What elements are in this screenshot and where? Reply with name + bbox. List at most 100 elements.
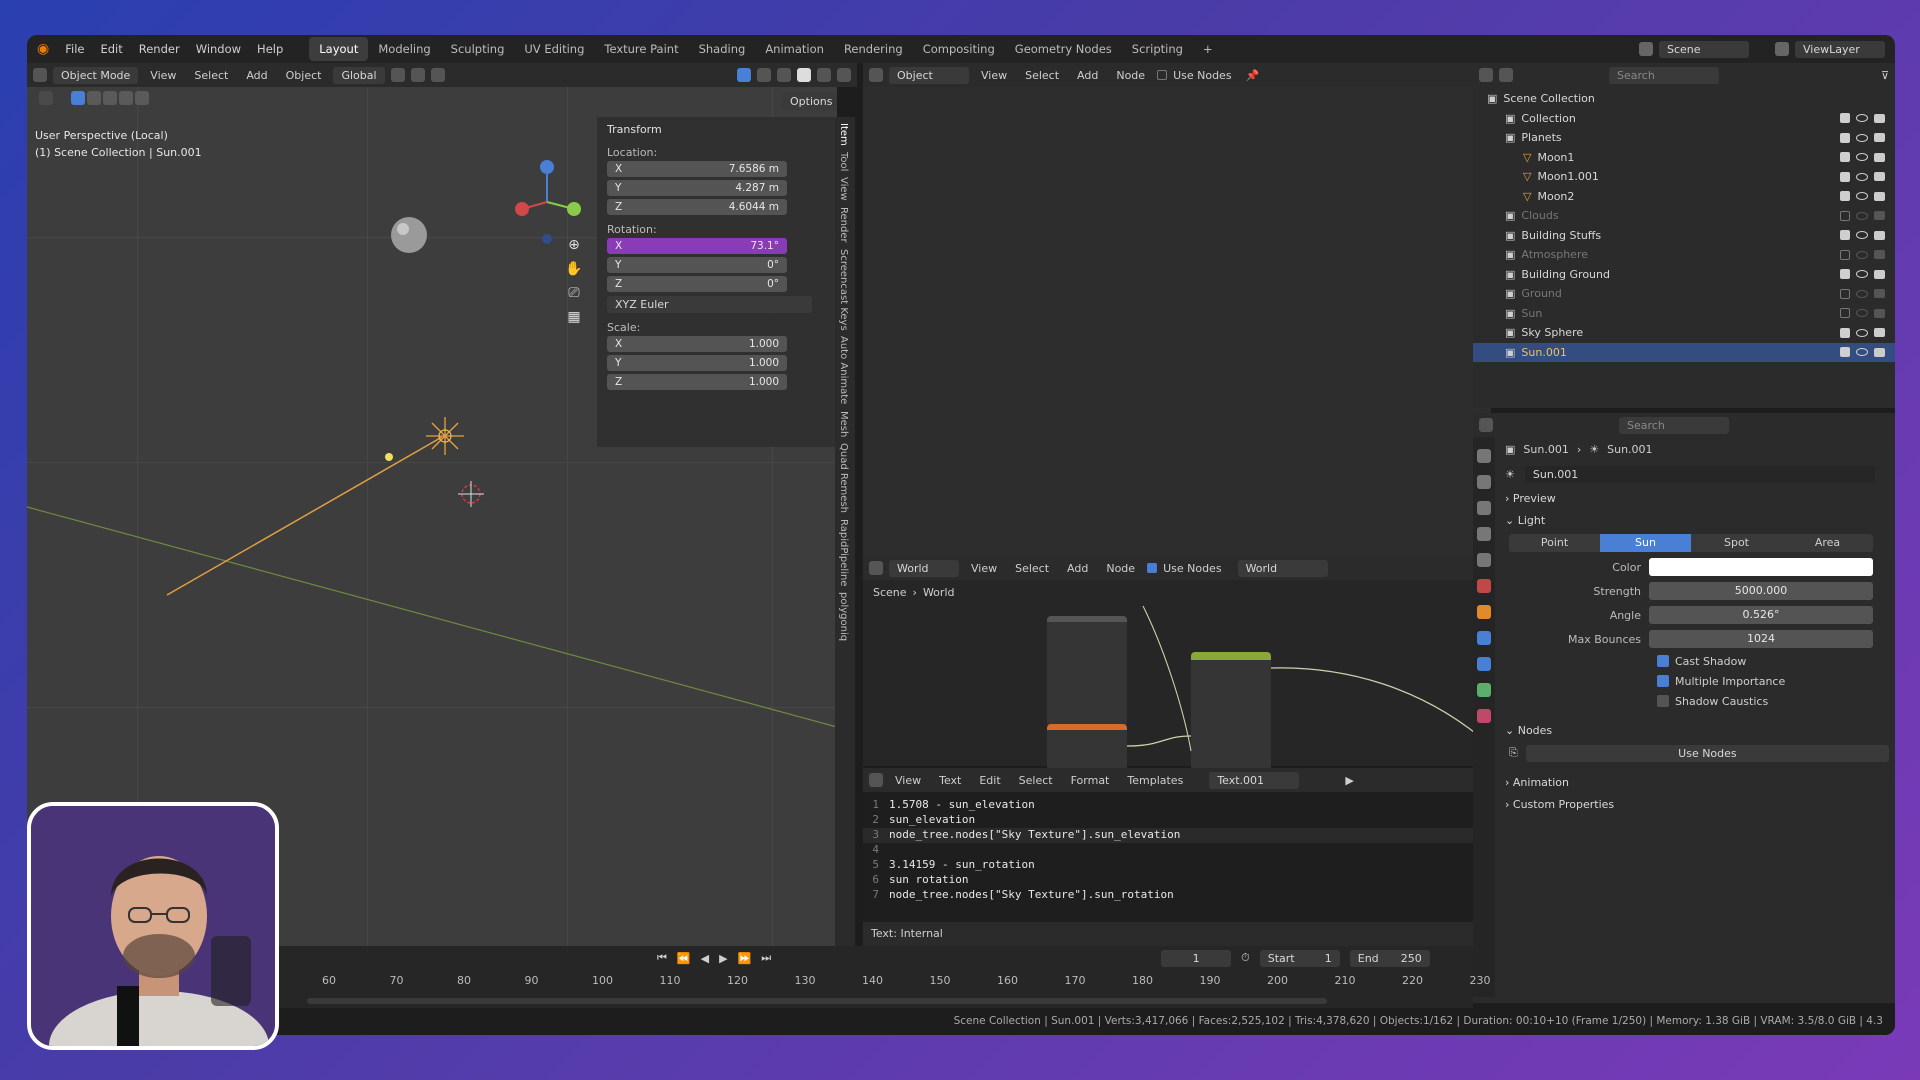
- select-intersect-icon[interactable]: [135, 91, 149, 105]
- animation-section[interactable]: › Animation: [1499, 771, 1895, 793]
- strength-field[interactable]: 5000.000: [1649, 582, 1873, 600]
- templates-menu[interactable]: Templates: [1121, 772, 1189, 789]
- eye-icon[interactable]: [1856, 250, 1868, 259]
- box-select-icon[interactable]: [71, 91, 85, 105]
- custom-properties-section[interactable]: › Custom Properties: [1499, 793, 1895, 815]
- select-menu[interactable]: Select: [1013, 772, 1059, 789]
- eye-icon[interactable]: [1856, 114, 1868, 123]
- shader-editor-object[interactable]: Object View Select Add Node Use Nodes 📌: [863, 63, 1491, 583]
- tab-animation[interactable]: Animation: [755, 37, 834, 61]
- shadow-caustics-checkbox[interactable]: [1657, 695, 1669, 707]
- blender-logo-icon[interactable]: ◉: [37, 41, 49, 57]
- exclude-checkbox[interactable]: [1840, 308, 1850, 319]
- tab-polygoniq[interactable]: polygoniq: [838, 592, 849, 641]
- select-menu[interactable]: Select: [1019, 67, 1065, 84]
- light-type-area[interactable]: Area: [1782, 534, 1873, 552]
- view-menu[interactable]: View: [889, 772, 927, 789]
- tab-quad-remesh[interactable]: Quad Remesh: [838, 443, 849, 513]
- menu-file[interactable]: File: [57, 42, 92, 56]
- run-script-icon[interactable]: ▶: [1345, 774, 1353, 787]
- rotation-y-field[interactable]: Y 0°: [607, 257, 787, 273]
- exclude-checkbox[interactable]: [1840, 347, 1850, 358]
- text-editor[interactable]: View Text Edit Select Format Templates T…: [863, 768, 1491, 946]
- tab-layout[interactable]: Layout: [309, 37, 369, 61]
- rotation-mode-dropdown[interactable]: XYZ Euler: [607, 296, 812, 313]
- camera-icon[interactable]: [1874, 230, 1885, 240]
- outliner-row[interactable]: ▣ Planets: [1473, 128, 1895, 148]
- eye-icon[interactable]: [1856, 289, 1868, 298]
- eye-icon[interactable]: [1856, 309, 1868, 318]
- editor-type-icon[interactable]: [869, 68, 883, 82]
- camera-icon[interactable]: [1874, 172, 1885, 182]
- pivot-icon[interactable]: [390, 68, 405, 82]
- exclude-checkbox[interactable]: [1840, 230, 1850, 241]
- text-datablock[interactable]: Text.001: [1209, 771, 1300, 789]
- tab-sculpting[interactable]: Sculpting: [441, 37, 515, 61]
- object-menu[interactable]: Object: [280, 67, 328, 84]
- rotation-z-field[interactable]: Z 0°: [607, 276, 787, 292]
- multiple-importance-checkbox[interactable]: [1657, 675, 1669, 687]
- outliner-search[interactable]: Search: [1609, 66, 1719, 84]
- add-menu[interactable]: Add: [240, 67, 273, 84]
- viewlayer-selector[interactable]: ViewLayer: [1795, 40, 1885, 58]
- tab-render[interactable]: Render: [838, 207, 849, 243]
- light-datablock-icon[interactable]: ☀: [1505, 468, 1515, 481]
- tab-geometry-nodes[interactable]: Geometry Nodes: [1005, 37, 1122, 61]
- texture-tab-icon[interactable]: [1477, 709, 1491, 723]
- transform-title[interactable]: Transform: [597, 117, 837, 142]
- eye-icon[interactable]: [1856, 172, 1868, 181]
- outliner-row[interactable]: ▣ Atmosphere: [1473, 245, 1895, 265]
- light-type-spot[interactable]: Spot: [1691, 534, 1782, 552]
- xray-icon[interactable]: [757, 68, 771, 82]
- select-subtract-icon[interactable]: [103, 91, 117, 105]
- mode-selector[interactable]: Object Mode: [53, 66, 139, 84]
- navigation-gizmo[interactable]: [502, 157, 592, 247]
- outliner-row[interactable]: ▣ Sky Sphere: [1473, 323, 1895, 343]
- light-type-sun[interactable]: Sun: [1600, 534, 1691, 552]
- editor-type-icon[interactable]: [1479, 418, 1493, 432]
- outliner-row[interactable]: ▣ Scene Collection: [1473, 89, 1895, 109]
- tab-scripting[interactable]: Scripting: [1122, 37, 1193, 61]
- tab-uv-editing[interactable]: UV Editing: [514, 37, 594, 61]
- world-tab-icon[interactable]: [1477, 579, 1491, 593]
- tab-auto-animate[interactable]: Auto Animate: [838, 336, 849, 404]
- filter-icon[interactable]: ⊽: [1881, 69, 1889, 82]
- camera-icon[interactable]: [1874, 308, 1885, 318]
- play-icon[interactable]: ▶: [719, 952, 727, 965]
- pin-icon[interactable]: 📌: [1246, 69, 1260, 82]
- code-area[interactable]: 1 1.5708 - sun_elevation 2 sun_elevation 3…: [863, 792, 1491, 903]
- view-menu[interactable]: View: [975, 67, 1013, 84]
- shading-rendered-icon[interactable]: [837, 68, 851, 82]
- rotation-x-field[interactable]: X 73.1°: [607, 238, 787, 254]
- select-invert-icon[interactable]: [119, 91, 133, 105]
- scale-y-field[interactable]: Y 1.000: [607, 355, 787, 371]
- jump-end-icon[interactable]: ⏭: [761, 951, 771, 965]
- menu-help[interactable]: Help: [249, 42, 291, 56]
- select-menu[interactable]: Select: [188, 67, 234, 84]
- nodes-section[interactable]: ⌄ Nodes: [1499, 719, 1895, 741]
- outliner-row[interactable]: ▣ Building Ground: [1473, 265, 1895, 285]
- preview-section[interactable]: › Preview: [1499, 487, 1895, 509]
- next-keyframe-icon[interactable]: ⏩: [738, 952, 752, 965]
- options-dropdown[interactable]: Options: [782, 93, 837, 110]
- start-frame-field[interactable]: Start 1: [1259, 949, 1340, 967]
- exclude-checkbox[interactable]: [1840, 171, 1850, 182]
- shader-editor-world[interactable]: World View Select Add Node Use Nodes Wor…: [863, 556, 1491, 804]
- overlay-icon[interactable]: [737, 68, 751, 82]
- stopwatch-icon[interactable]: ⏱: [1241, 951, 1250, 965]
- node-menu[interactable]: Node: [1110, 67, 1151, 84]
- outliner-row[interactable]: ▽ Moon1.001: [1473, 167, 1895, 187]
- select-tool-icon[interactable]: [39, 91, 53, 105]
- location-y-field[interactable]: Y 4.287 m: [607, 180, 787, 196]
- timeline-scrollbar[interactable]: [307, 998, 1327, 1004]
- eye-icon[interactable]: [1856, 133, 1868, 142]
- location-x-field[interactable]: X 7.6586 m: [607, 161, 787, 177]
- orientation-selector[interactable]: Global: [333, 66, 385, 84]
- scene-tab-icon[interactable]: [1477, 553, 1491, 567]
- menu-edit[interactable]: Edit: [92, 42, 130, 56]
- pan-hand-icon[interactable]: ✋: [565, 261, 582, 277]
- scale-x-field[interactable]: X 1.000: [607, 336, 787, 352]
- editor-type-icon[interactable]: [869, 773, 883, 787]
- play-reverse-icon[interactable]: ◀: [701, 952, 709, 965]
- cast-shadow-checkbox[interactable]: [1657, 655, 1669, 667]
